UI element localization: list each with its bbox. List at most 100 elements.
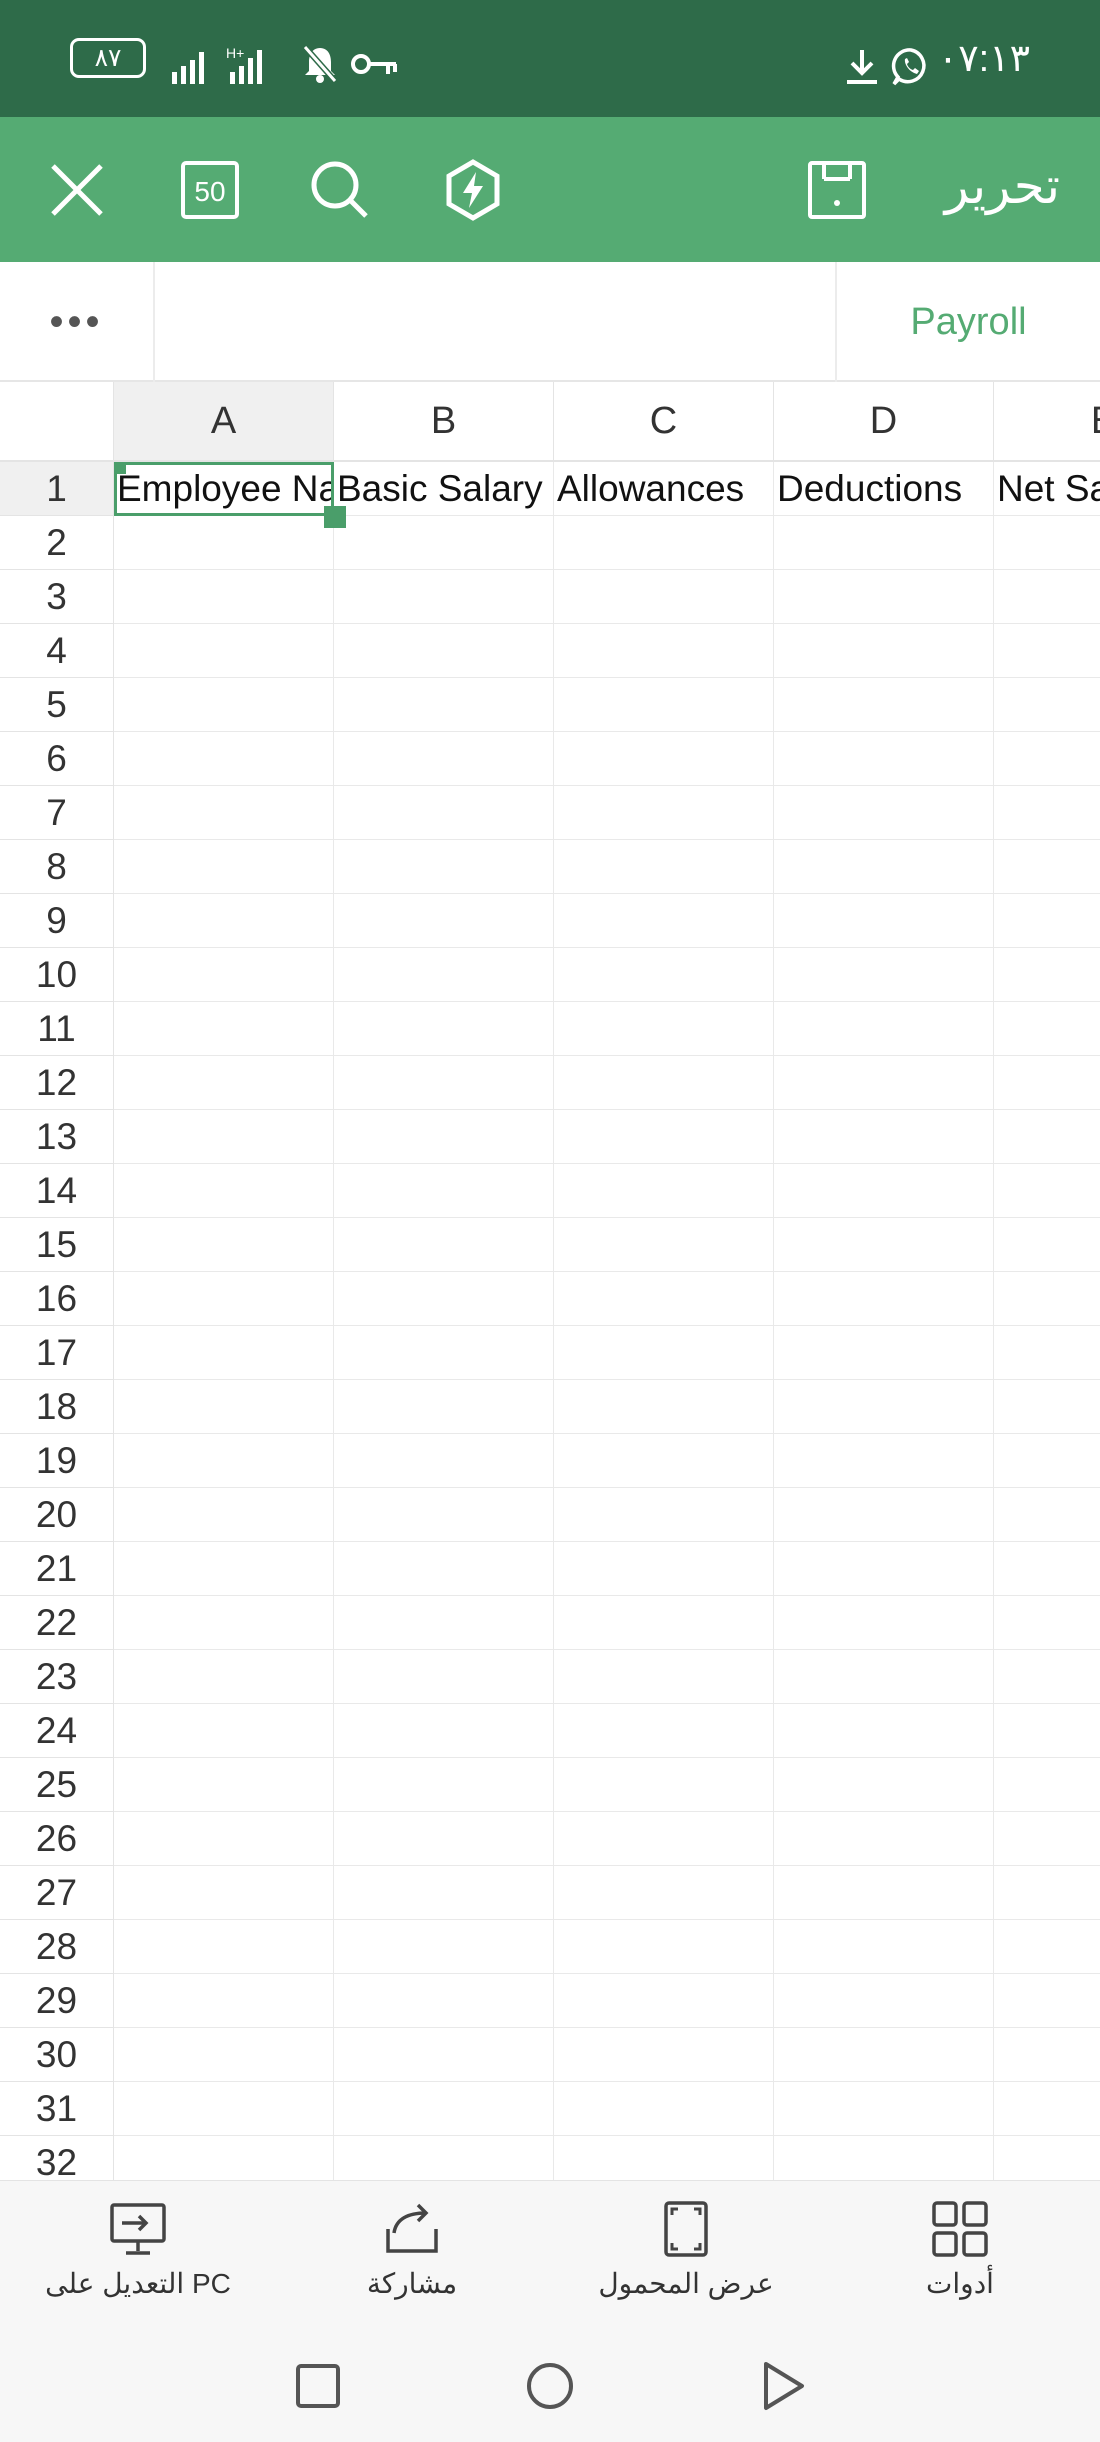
- column-header-c[interactable]: C: [554, 382, 774, 462]
- row-header-11[interactable]: 11: [0, 1002, 114, 1056]
- cell-b16[interactable]: [334, 1272, 554, 1326]
- cell-a24[interactable]: [114, 1704, 334, 1758]
- cell-d16[interactable]: [774, 1272, 994, 1326]
- cell-d20[interactable]: [774, 1488, 994, 1542]
- row-header-2[interactable]: 2: [0, 516, 114, 570]
- cell-a7[interactable]: [114, 786, 334, 840]
- cell-a29[interactable]: [114, 1974, 334, 2028]
- cell-c8[interactable]: [554, 840, 774, 894]
- row-header-8[interactable]: 8: [0, 840, 114, 894]
- row-header-1[interactable]: 1: [0, 462, 114, 516]
- sheet-tab-payroll[interactable]: Payroll: [835, 262, 1100, 382]
- cell-d30[interactable]: [774, 2028, 994, 2082]
- cell-e18[interactable]: [994, 1380, 1100, 1434]
- cell-c16[interactable]: [554, 1272, 774, 1326]
- cell-e19[interactable]: [994, 1434, 1100, 1488]
- row-header-7[interactable]: 7: [0, 786, 114, 840]
- row-header-18[interactable]: 18: [0, 1380, 114, 1434]
- cell-a8[interactable]: [114, 840, 334, 894]
- cell-a10[interactable]: [114, 948, 334, 1002]
- cell-d17[interactable]: [774, 1326, 994, 1380]
- row-header-29[interactable]: 29: [0, 1974, 114, 2028]
- cell-c6[interactable]: [554, 732, 774, 786]
- cell-d3[interactable]: [774, 570, 994, 624]
- cell-a12[interactable]: [114, 1056, 334, 1110]
- cell-d7[interactable]: [774, 786, 994, 840]
- cell-b8[interactable]: [334, 840, 554, 894]
- cell-e7[interactable]: [994, 786, 1100, 840]
- cell-b4[interactable]: [334, 624, 554, 678]
- cell-b25[interactable]: [334, 1758, 554, 1812]
- quick-action-button[interactable]: [438, 155, 508, 225]
- back-triangle-icon[interactable]: [752, 2356, 812, 2416]
- cell-b22[interactable]: [334, 1596, 554, 1650]
- cell-a6[interactable]: [114, 732, 334, 786]
- cell-a28[interactable]: [114, 1920, 334, 1974]
- cell-b7[interactable]: [334, 786, 554, 840]
- cell-d26[interactable]: [774, 1812, 994, 1866]
- row-header-22[interactable]: 22: [0, 1596, 114, 1650]
- cell-b5[interactable]: [334, 678, 554, 732]
- cell-b31[interactable]: [334, 2082, 554, 2136]
- cell-a19[interactable]: [114, 1434, 334, 1488]
- cell-d4[interactable]: [774, 624, 994, 678]
- column-header-e[interactable]: E: [994, 382, 1100, 462]
- cell-b3[interactable]: [334, 570, 554, 624]
- cell-d24[interactable]: [774, 1704, 994, 1758]
- home-circle-icon[interactable]: [520, 2356, 580, 2416]
- cell-b9[interactable]: [334, 894, 554, 948]
- row-header-15[interactable]: 15: [0, 1218, 114, 1272]
- cell-d22[interactable]: [774, 1596, 994, 1650]
- cell-e16[interactable]: [994, 1272, 1100, 1326]
- cell-a16[interactable]: [114, 1272, 334, 1326]
- cell-e10[interactable]: [994, 948, 1100, 1002]
- cell-e15[interactable]: [994, 1218, 1100, 1272]
- cell-b1[interactable]: Basic Salary: [334, 462, 554, 516]
- cell-b24[interactable]: [334, 1704, 554, 1758]
- row-header-3[interactable]: 3: [0, 570, 114, 624]
- cell-c2[interactable]: [554, 516, 774, 570]
- cell-c15[interactable]: [554, 1218, 774, 1272]
- row-header-31[interactable]: 31: [0, 2082, 114, 2136]
- cell-a31[interactable]: [114, 2082, 334, 2136]
- cell-a4[interactable]: [114, 624, 334, 678]
- cell-c24[interactable]: [554, 1704, 774, 1758]
- cell-e5[interactable]: [994, 678, 1100, 732]
- cell-c9[interactable]: [554, 894, 774, 948]
- cell-a32[interactable]: [114, 2136, 334, 2180]
- cell-c26[interactable]: [554, 1812, 774, 1866]
- cell-c21[interactable]: [554, 1542, 774, 1596]
- row-header-20[interactable]: 20: [0, 1488, 114, 1542]
- column-header-b[interactable]: B: [334, 382, 554, 462]
- row-header-14[interactable]: 14: [0, 1164, 114, 1218]
- cell-e20[interactable]: [994, 1488, 1100, 1542]
- select-all-corner[interactable]: [0, 382, 114, 462]
- spreadsheet-grid[interactable]: ABCDE 1Employee NameBasic SalaryAllowance…: [0, 382, 1100, 2180]
- cell-e29[interactable]: [994, 1974, 1100, 2028]
- cell-c5[interactable]: [554, 678, 774, 732]
- cell-c22[interactable]: [554, 1596, 774, 1650]
- cell-c11[interactable]: [554, 1002, 774, 1056]
- cell-d2[interactable]: [774, 516, 994, 570]
- cell-b23[interactable]: [334, 1650, 554, 1704]
- row-header-19[interactable]: 19: [0, 1434, 114, 1488]
- cell-a5[interactable]: [114, 678, 334, 732]
- cell-b2[interactable]: [334, 516, 554, 570]
- selection-start-handle[interactable]: [114, 462, 126, 474]
- row-header-6[interactable]: 6: [0, 732, 114, 786]
- edit-on-pc-button[interactable]: التعديل على PC: [18, 2199, 258, 2319]
- cell-c25[interactable]: [554, 1758, 774, 1812]
- cell-c18[interactable]: [554, 1380, 774, 1434]
- cell-b14[interactable]: [334, 1164, 554, 1218]
- cell-a26[interactable]: [114, 1812, 334, 1866]
- cell-c30[interactable]: [554, 2028, 774, 2082]
- cell-e23[interactable]: [994, 1650, 1100, 1704]
- cell-d9[interactable]: [774, 894, 994, 948]
- row-header-30[interactable]: 30: [0, 2028, 114, 2082]
- cell-e21[interactable]: [994, 1542, 1100, 1596]
- cell-c3[interactable]: [554, 570, 774, 624]
- cell-d1[interactable]: Deductions: [774, 462, 994, 516]
- cell-c23[interactable]: [554, 1650, 774, 1704]
- tools-button[interactable]: أدوات: [840, 2199, 1080, 2319]
- cell-d15[interactable]: [774, 1218, 994, 1272]
